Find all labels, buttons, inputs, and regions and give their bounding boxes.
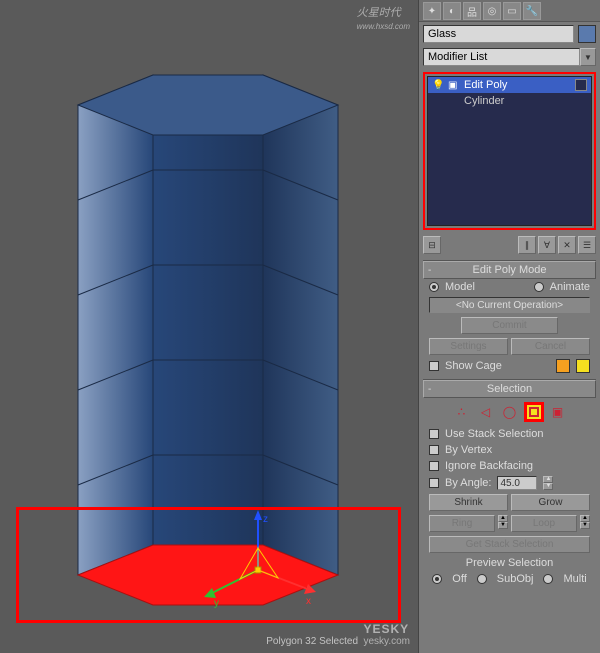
- modify-tab-icon[interactable]: ◐: [443, 2, 461, 20]
- rollout-selection: - Selection ∴ ◁ ◯ ▣ Use Stack Selection …: [423, 379, 596, 587]
- cage-color-2[interactable]: [576, 359, 590, 373]
- show-cage-checkbox[interactable]: [429, 361, 439, 371]
- cage-color-1[interactable]: [556, 359, 570, 373]
- stack-toolbar: ⊟ ∥ ∀ ✕ ☰: [419, 234, 600, 256]
- preview-selection-label: Preview Selection: [423, 555, 596, 571]
- by-angle-checkbox[interactable]: [429, 478, 439, 488]
- ring-button[interactable]: Ring: [429, 515, 495, 532]
- command-panel: ✦ ◐ 品 ◎ ▭ 🔧 Glass Modifier List ▼ 💡 ▣ Ed…: [418, 0, 600, 653]
- get-stack-selection-button[interactable]: Get Stack Selection: [429, 536, 590, 553]
- grow-button[interactable]: Grow: [511, 494, 590, 511]
- object-color-swatch[interactable]: [578, 25, 596, 43]
- ignore-backfacing-checkbox[interactable]: [429, 461, 439, 471]
- stack-item-label: Edit Poly: [464, 79, 507, 91]
- preview-off-radio[interactable]: [432, 574, 442, 584]
- commit-button[interactable]: Commit: [461, 317, 558, 334]
- polygon-level-icon[interactable]: [524, 402, 544, 422]
- show-end-result-button[interactable]: ∥: [518, 236, 536, 254]
- stack-item-end-icon[interactable]: [575, 79, 587, 91]
- watermark-bottom: YESKY yesky.com: [364, 622, 411, 647]
- loop-button[interactable]: Loop: [511, 515, 577, 532]
- annotation-highlight-stack: 💡 ▣ Edit Poly Cylinder: [423, 72, 596, 230]
- cancel-button[interactable]: Cancel: [511, 338, 590, 355]
- create-tab-icon[interactable]: ✦: [423, 2, 441, 20]
- current-operation-display: <No Current Operation>: [429, 297, 590, 313]
- make-unique-button[interactable]: ∀: [538, 236, 556, 254]
- by-vertex-checkbox[interactable]: [429, 445, 439, 455]
- spinner-down-icon[interactable]: ▼: [543, 483, 553, 490]
- viewport[interactable]: z x y 火星时代 www.hxsd.com Polygon 32 Selec…: [0, 0, 418, 653]
- hierarchy-tab-icon[interactable]: 品: [463, 2, 481, 20]
- subobject-level-icons: ∴ ◁ ◯ ▣: [423, 398, 596, 426]
- shrink-button[interactable]: Shrink: [429, 494, 508, 511]
- modifier-list-dropdown[interactable]: Modifier List: [423, 48, 580, 66]
- object-name-field[interactable]: Glass: [423, 25, 574, 43]
- settings-button[interactable]: Settings: [429, 338, 508, 355]
- border-level-icon[interactable]: ◯: [500, 402, 520, 422]
- configure-sets-button[interactable]: ☰: [578, 236, 596, 254]
- stack-item-cylinder[interactable]: Cylinder: [428, 93, 591, 109]
- stack-item-label: Cylinder: [464, 95, 504, 107]
- model-radio[interactable]: [429, 282, 439, 292]
- vertex-level-icon[interactable]: ∴: [452, 402, 472, 422]
- preview-multi-radio[interactable]: [543, 574, 553, 584]
- utilities-tab-icon[interactable]: 🔧: [523, 2, 541, 20]
- rollout-header[interactable]: - Edit Poly Mode: [423, 261, 596, 279]
- remove-modifier-button[interactable]: ✕: [558, 236, 576, 254]
- lightbulb-icon[interactable]: 💡: [432, 80, 442, 91]
- expand-icon[interactable]: ▣: [448, 80, 458, 91]
- annotation-highlight-viewport: [16, 507, 401, 623]
- angle-spinner[interactable]: 45.0: [497, 476, 537, 490]
- dropdown-arrow-icon[interactable]: ▼: [580, 48, 596, 66]
- display-tab-icon[interactable]: ▭: [503, 2, 521, 20]
- watermark-top: 火星时代 www.hxsd.com: [357, 4, 410, 32]
- edge-level-icon[interactable]: ◁: [476, 402, 496, 422]
- command-panel-tabs: ✦ ◐ 品 ◎ ▭ 🔧: [419, 0, 600, 22]
- use-stack-selection-checkbox[interactable]: [429, 429, 439, 439]
- motion-tab-icon[interactable]: ◎: [483, 2, 501, 20]
- rollout-header[interactable]: - Selection: [423, 380, 596, 398]
- rollout-edit-poly-mode: - Edit Poly Mode Model Animate <No Curre…: [423, 260, 596, 375]
- pin-stack-button[interactable]: ⊟: [423, 236, 441, 254]
- selection-status: Polygon 32 Selected: [266, 636, 358, 647]
- spinner-up-icon[interactable]: ▲: [543, 476, 553, 483]
- stack-item-edit-poly[interactable]: 💡 ▣ Edit Poly: [428, 77, 591, 93]
- modifier-stack[interactable]: 💡 ▣ Edit Poly Cylinder: [427, 76, 592, 226]
- preview-subobj-radio[interactable]: [477, 574, 487, 584]
- element-level-icon[interactable]: ▣: [548, 402, 568, 422]
- animate-radio[interactable]: [534, 282, 544, 292]
